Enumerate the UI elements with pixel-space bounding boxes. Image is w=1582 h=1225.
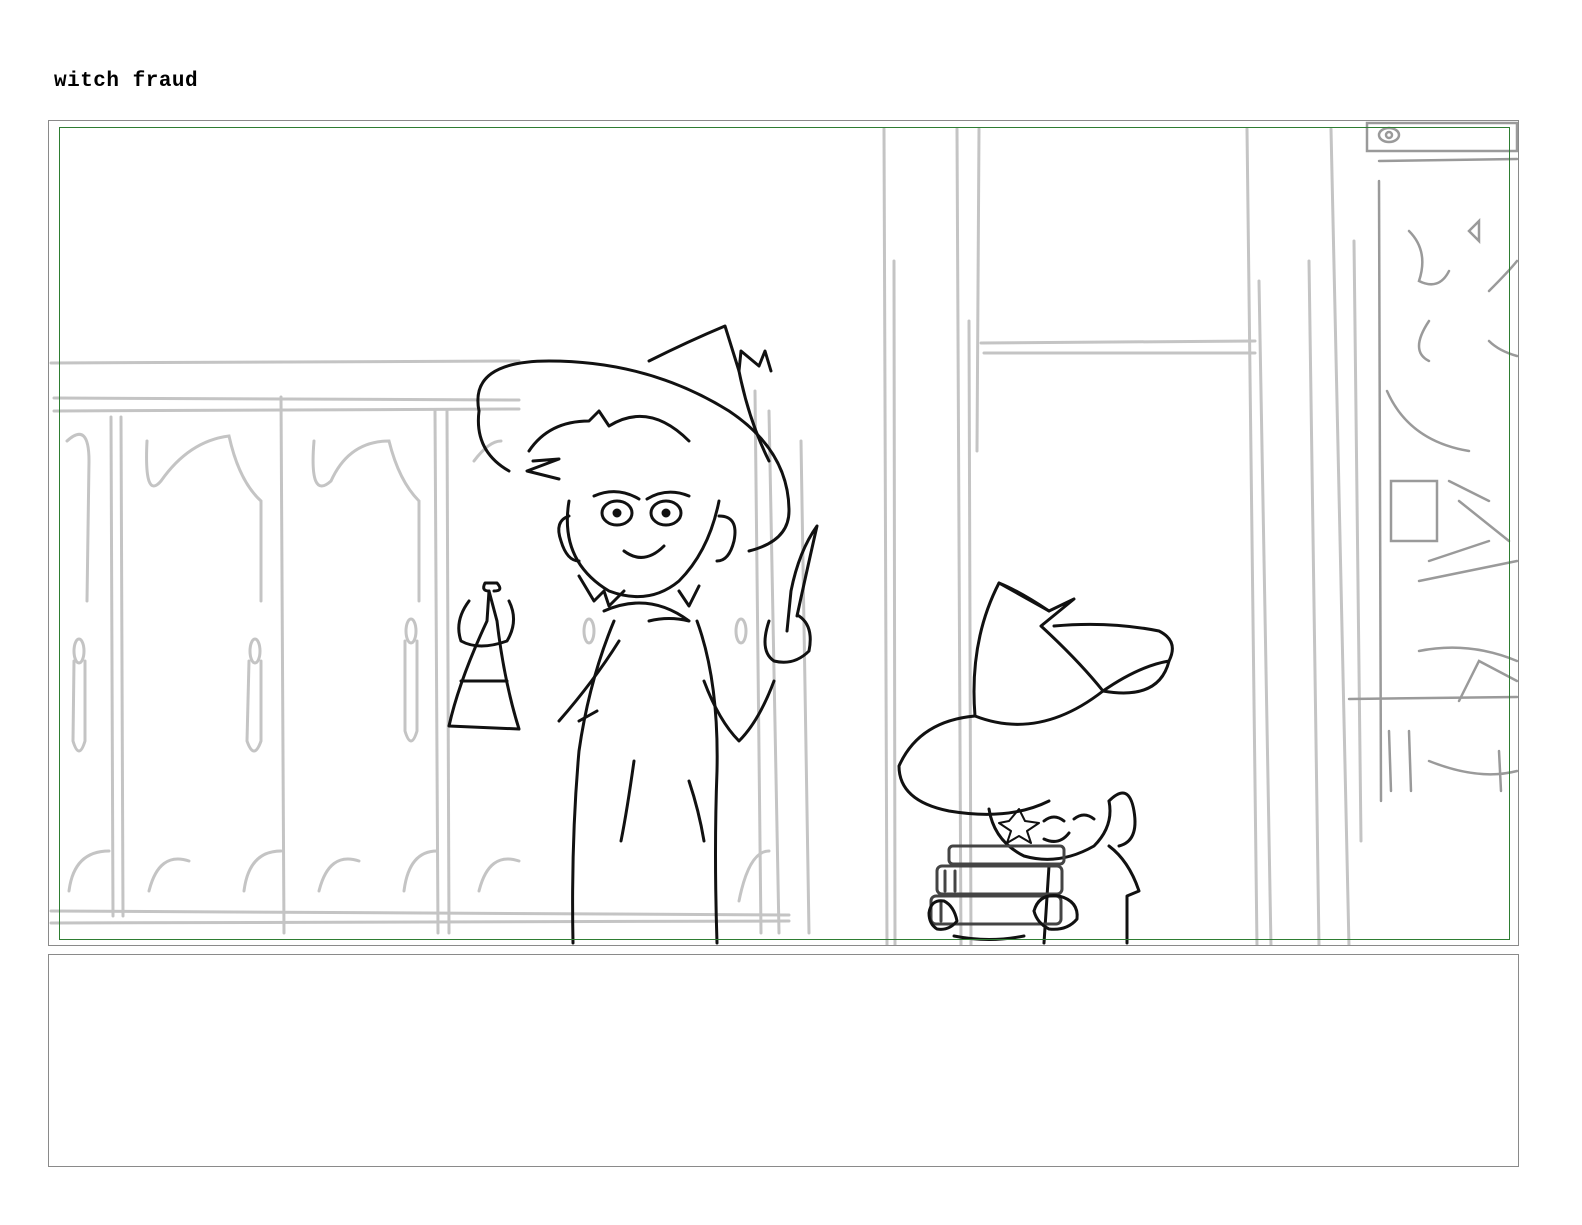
small-witch-character [897,581,1174,945]
panel-sketch [49,121,1518,945]
board-title: witch fraud [54,70,199,93]
notes-box [48,954,1519,1167]
tall-witch-character [447,324,819,945]
background-sketch [49,127,1363,945]
poster-sketch [1347,121,1518,803]
storyboard-panel [48,120,1519,946]
